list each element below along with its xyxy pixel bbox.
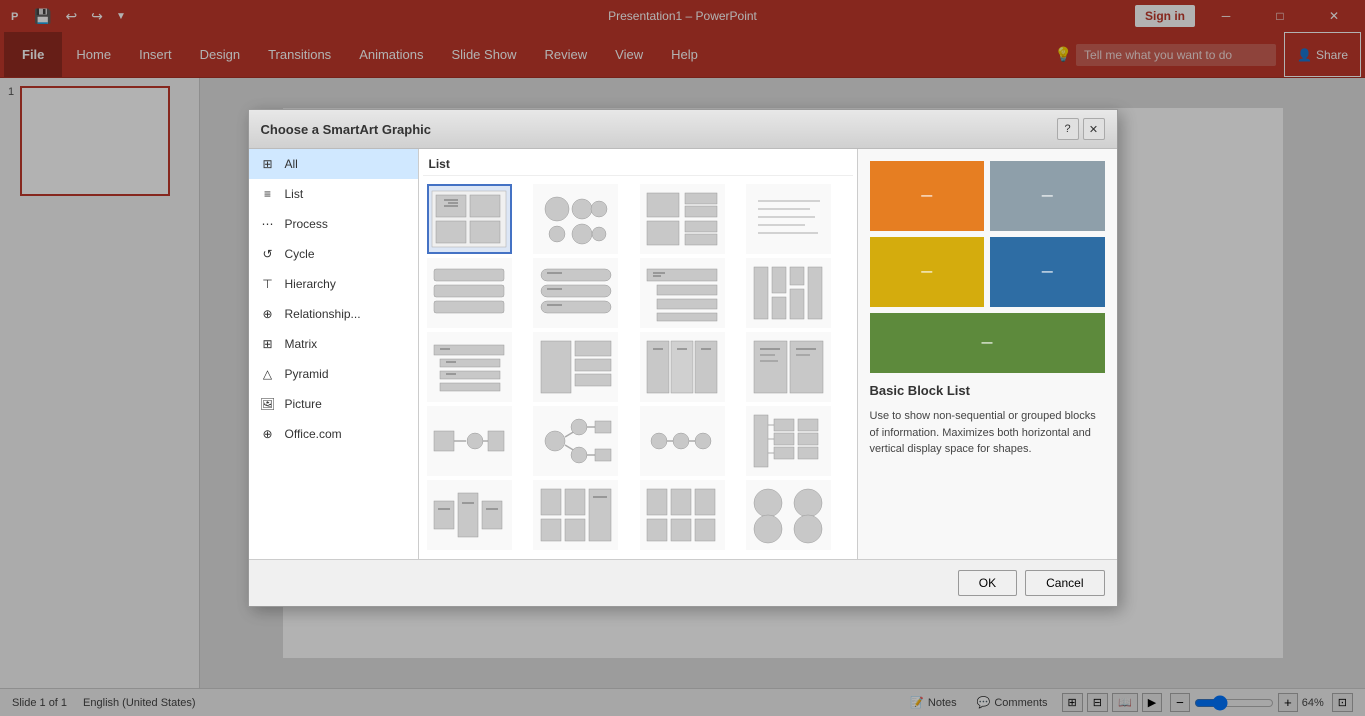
preview-thumb-green: — [870,313,1105,373]
preview-panel: — — — — — Basic Block List Use to show n… [857,149,1117,559]
categories-panel: ⊞ All ≡ List ⋯ Process ↺ Cycle ⊤ Hiera [249,149,419,559]
cycle-icon: ↺ [259,245,277,263]
smartart-item-15[interactable] [640,406,725,476]
preview-thumb-gray: — [990,161,1105,231]
relationship-icon: ⊕ [259,305,277,323]
smartart-item-9[interactable] [427,332,512,402]
category-list[interactable]: ≡ List [249,179,418,209]
dialog-body: ⊞ All ≡ List ⋯ Process ↺ Cycle ⊤ Hiera [249,149,1117,559]
dialog-title: Choose a SmartArt Graphic [261,122,432,137]
category-relationship[interactable]: ⊕ Relationship... [249,299,418,329]
category-pyramid[interactable]: △ Pyramid [249,359,418,389]
smartart-item-11[interactable] [640,332,725,402]
ok-button[interactable]: OK [958,570,1017,596]
list-icon: ≡ [259,185,277,203]
smartart-item-17[interactable] [427,480,512,550]
graphics-grid [423,180,853,554]
dialog-header: Choose a SmartArt Graphic ? ✕ [249,110,1117,149]
smartart-item-13[interactable] [427,406,512,476]
graphics-panel: List [419,149,857,559]
smartart-item-6[interactable] [533,258,618,328]
category-matrix[interactable]: ⊞ Matrix [249,329,418,359]
preview-title: Basic Block List [870,383,1105,398]
smartart-item-1[interactable] [427,184,512,254]
preview-thumb-blue: — [990,237,1105,307]
smartart-item-3[interactable] [640,184,725,254]
smartart-item-19[interactable] [640,480,725,550]
smartart-item-8[interactable] [746,258,831,328]
smartart-dialog: Choose a SmartArt Graphic ? ✕ ⊞ All ≡ Li… [248,109,1118,607]
cancel-button[interactable]: Cancel [1025,570,1104,596]
smartart-item-4[interactable] [746,184,831,254]
smartart-item-5[interactable] [427,258,512,328]
dialog-help-button[interactable]: ? [1057,118,1079,140]
smartart-item-14[interactable] [533,406,618,476]
process-icon: ⋯ [259,215,277,233]
smartart-item-20[interactable] [746,480,831,550]
graphics-header: List [423,153,853,176]
category-cycle[interactable]: ↺ Cycle [249,239,418,269]
smartart-item-7[interactable] [640,258,725,328]
category-officecom[interactable]: ⊕ Office.com [249,419,418,449]
dialog-footer: OK Cancel [249,559,1117,606]
all-icon: ⊞ [259,155,277,173]
preview-thumb-yellow: — [870,237,985,307]
smartart-item-10[interactable] [533,332,618,402]
smartart-item-18[interactable] [533,480,618,550]
modal-overlay: Choose a SmartArt Graphic ? ✕ ⊞ All ≡ Li… [0,0,1365,716]
picture-icon: 🖼 [259,395,277,413]
smartart-item-16[interactable] [746,406,831,476]
dialog-close-button[interactable]: ✕ [1083,118,1105,140]
category-process[interactable]: ⋯ Process [249,209,418,239]
dialog-controls: ? ✕ [1057,118,1105,140]
officecom-icon: ⊕ [259,425,277,443]
hierarchy-icon: ⊤ [259,275,277,293]
category-all[interactable]: ⊞ All [249,149,418,179]
category-picture[interactable]: 🖼 Picture [249,389,418,419]
category-hierarchy[interactable]: ⊤ Hierarchy [249,269,418,299]
preview-thumbnails: — — — — — [870,161,1105,373]
preview-description: Use to show non-sequential or grouped bl… [870,408,1105,458]
preview-thumb-orange: — [870,161,985,231]
pyramid-icon: △ [259,365,277,383]
smartart-item-2[interactable] [533,184,618,254]
matrix-icon: ⊞ [259,335,277,353]
smartart-item-12[interactable] [746,332,831,402]
